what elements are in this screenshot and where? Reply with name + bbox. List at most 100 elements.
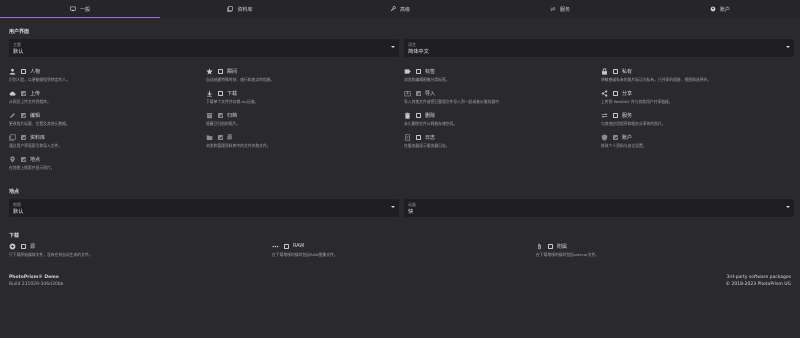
delete-checkbox[interactable]: [416, 112, 421, 118]
chevron-down-icon: [786, 46, 790, 48]
cloud-upload-icon: [9, 90, 16, 97]
option-label: 下载: [227, 91, 238, 97]
labels-checkbox[interactable]: [416, 68, 421, 74]
option-services[interactable]: 服务 与其他应用程序和服务分享你的照片。: [601, 112, 791, 132]
account-icon: [710, 6, 716, 12]
library-icon: [227, 6, 234, 12]
option-label: 导入: [425, 91, 436, 97]
option-edit[interactable]: 编辑 更改照片标题、位置及其他元数据。: [9, 112, 199, 132]
tab-label: 一般: [79, 6, 90, 13]
star-icon: [206, 68, 213, 75]
tab-account[interactable]: 账户: [640, 0, 800, 18]
option-description: 下载单个文件并存储.zip压缩。: [206, 99, 259, 104]
option-label: 编辑: [30, 113, 41, 119]
sync-icon: [550, 7, 556, 11]
edit-checkbox[interactable]: [21, 112, 26, 118]
option-label: 标签: [425, 69, 436, 75]
option-upload[interactable]: 上传 从网页上传文件到相库。: [9, 90, 199, 110]
option-label: 源: [227, 135, 233, 141]
option-places[interactable]: 地点 在地图上搜索并显示照片。: [9, 156, 199, 176]
upload-checkbox[interactable]: [21, 90, 26, 96]
chevron-down-icon: [391, 206, 395, 208]
tab-bar: 一般 资料库 高级 服务 账户: [0, 0, 800, 18]
map-style-select[interactable]: 地图 默认: [9, 199, 399, 217]
services-checkbox[interactable]: [613, 112, 618, 118]
download-icon: [206, 90, 213, 97]
person-icon: [9, 68, 16, 75]
log-icon: [404, 134, 411, 141]
archive-checkbox[interactable]: [218, 112, 223, 118]
private-checkbox[interactable]: [613, 68, 618, 74]
option-logs[interactable]: 日志 在服务器显示服务器日志。: [404, 134, 594, 154]
option-description: 将敏感或私有的照片标记为私有，已共享的相册、视图和选择外。: [601, 77, 712, 82]
account-checkbox[interactable]: [613, 134, 618, 140]
option-description: 在地图上搜索并显示照片。: [9, 165, 55, 170]
option-description: 导入其他文件或把已整理文件导入到一起或者从服务器中.: [404, 99, 501, 104]
moments-checkbox[interactable]: [218, 68, 223, 74]
option-labels[interactable]: 标签 浏览和编辑图像分类标签。: [404, 68, 594, 88]
option-originals[interactable]: 源 浏览和管理资料库中的文件夹和文件。: [206, 134, 396, 154]
tab-advanced[interactable]: 高级: [320, 0, 480, 18]
option-people[interactable]: 人物 识别人脸，以便能够找到特定的人。: [9, 68, 199, 88]
download-checkbox[interactable]: [218, 90, 223, 96]
option-share[interactable]: 分享 上传到 WebDAV 并与其他用户共享链接。: [601, 90, 791, 110]
archive-icon: [206, 112, 213, 119]
chevron-down-icon: [786, 206, 790, 208]
tab-library[interactable]: 资料库: [160, 0, 320, 18]
import-icon: [404, 90, 411, 97]
wrench-icon: [390, 6, 396, 12]
option-account[interactable]: 账户 修改个人资料与安全设置。: [601, 134, 791, 154]
option-private[interactable]: 私有 将敏感或私有的照片标记为私有，已共享的相册、视图和选择外。: [601, 68, 791, 88]
people-checkbox[interactable]: [21, 68, 26, 74]
chevron-down-icon: [391, 46, 395, 48]
services-icon: [601, 112, 608, 119]
download-originals-checkbox[interactable]: [21, 243, 26, 249]
language-select[interactable]: 语言 简体中文: [404, 39, 794, 57]
option-label: 瞬间: [227, 69, 238, 75]
option-moments[interactable]: 瞬间 自动创建特殊时刻、旅行和地点的相册。: [206, 68, 396, 88]
raw-icon: [272, 243, 279, 250]
theme-select[interactable]: 主题 默认: [9, 39, 399, 57]
option-label: 日志: [425, 135, 436, 141]
option-download-raw[interactable]: RAW 在下载堆栈时候时包括RAW图像文件。: [272, 243, 522, 263]
option-download[interactable]: 下载 下载单个文件并存储.zip压缩。: [206, 90, 396, 110]
option-download-sidecar[interactable]: 附属 在下载堆栈时候时包括sidecar文件。: [536, 243, 786, 263]
option-description: 在下载堆栈时候时包括RAW图像文件。: [272, 252, 338, 257]
option-label: 分享: [622, 91, 633, 97]
option-import[interactable]: 导入 导入其他文件或把已整理文件导入到一起或者从服务器中.: [404, 90, 594, 110]
place-icon: [9, 156, 16, 163]
animation-select[interactable]: 动画 快: [404, 199, 794, 217]
tab-services[interactable]: 服务: [480, 0, 640, 18]
lock-icon: [601, 68, 608, 75]
tab-general[interactable]: 一般: [0, 0, 160, 18]
download-raw-checkbox[interactable]: [284, 243, 289, 249]
animation-value: 快: [408, 209, 414, 215]
originals-checkbox[interactable]: [218, 134, 223, 140]
option-description: 只下载原始媒体文件，没有任何自动生成的文件。: [9, 252, 93, 257]
option-download-originals[interactable]: 源 只下载原始媒体文件，没有任何自动生成的文件。: [9, 243, 259, 263]
option-library[interactable]: 资料库 通过用户界面索引和导入文件。: [9, 134, 199, 154]
library-checkbox[interactable]: [21, 134, 26, 140]
language-value: 简体中文: [408, 49, 429, 55]
third-party-link[interactable]: 3rd-party software packages: [726, 275, 791, 280]
option-description: 与其他应用程序和服务分享你的照片。: [601, 121, 666, 126]
share-icon: [601, 90, 608, 97]
import-checkbox[interactable]: [416, 90, 421, 96]
option-description: 浏览和管理资料库中的文件夹和文件。: [206, 143, 271, 148]
share-checkbox[interactable]: [613, 90, 618, 96]
option-label: 地点: [30, 157, 41, 163]
logs-checkbox[interactable]: [416, 134, 421, 140]
copyright: © 2018-2023 PhotoPrism UG: [725, 282, 791, 287]
trash-icon: [404, 112, 411, 119]
option-delete[interactable]: 删除 永久删除文件以释放存储空间。: [404, 112, 594, 132]
places-checkbox[interactable]: [21, 156, 26, 162]
option-description: 识别人脸，以便能够找到特定的人。: [9, 77, 70, 82]
section-title-download: 下载: [9, 233, 20, 239]
option-label: 附属: [557, 244, 568, 250]
download-sidecar-checkbox[interactable]: [548, 243, 553, 249]
plus-circle-icon: [9, 243, 16, 250]
legal-info: 3rd-party software packages © 2018-2023 …: [726, 275, 791, 287]
option-label: 服务: [622, 113, 633, 119]
tab-label: 账户: [719, 6, 730, 13]
option-archive[interactable]: 归档 隐藏已归档的照片。: [206, 112, 396, 132]
